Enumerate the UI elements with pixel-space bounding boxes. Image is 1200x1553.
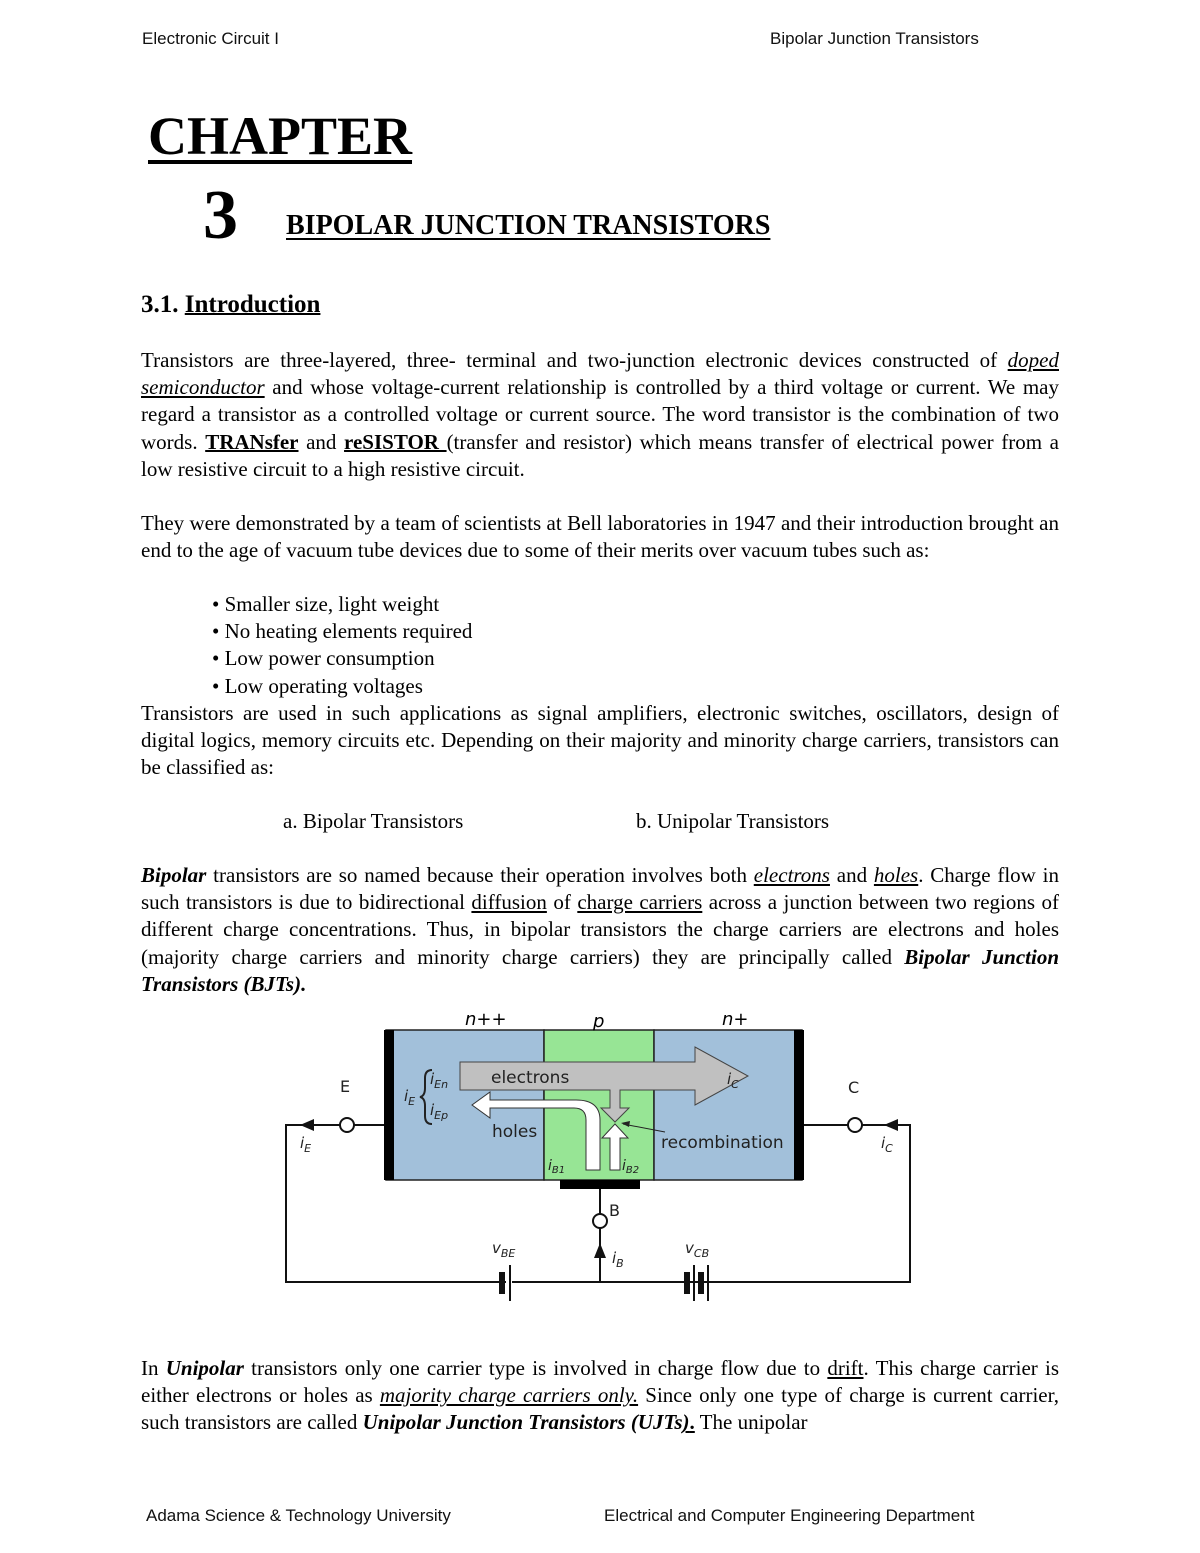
- vbe-battery-negative: [499, 1272, 505, 1294]
- vcb-battery-cell1-positive: [693, 1265, 695, 1301]
- chapter-label: CHAPTER: [148, 106, 413, 166]
- merits-list: • Smaller size, light weight • No heatin…: [212, 591, 472, 700]
- base-contact: [560, 1180, 640, 1189]
- classification-unipolar: b. Unipolar Transistors: [636, 809, 830, 833]
- term-charge-carriers: charge carriers: [577, 890, 703, 915]
- chapter-number: 3: [203, 177, 238, 254]
- term-bipolar: Bipolar: [141, 863, 207, 887]
- holes-label: holes: [492, 1122, 537, 1142]
- text-run: Transistors are three-layered, three- te…: [141, 348, 1008, 372]
- text-run: of: [546, 890, 578, 915]
- electrons-label: electrons: [491, 1068, 569, 1088]
- footer-department: Electrical and Computer Engineering Depa…: [604, 1506, 975, 1525]
- vcb-label: vCB: [685, 1239, 709, 1260]
- list-item: • Low power consumption: [212, 646, 435, 671]
- paragraph-applications: Transistors are used in such application…: [141, 701, 1059, 780]
- emitter-contact: [384, 1030, 394, 1180]
- text-run: In: [141, 1356, 166, 1380]
- ie-arrow-icon: [300, 1119, 314, 1131]
- collector-doping-label: n+: [722, 1009, 749, 1030]
- bjt-diagram: n++ p n+ electrons iC holes recombinatio…: [285, 1009, 911, 1301]
- classification-bipolar: a. Bipolar Transistors: [283, 809, 464, 833]
- term-electrons: electrons: [753, 863, 830, 887]
- emitter-doping-label: n++: [465, 1009, 507, 1030]
- vcb-battery-cell2-negative: [698, 1272, 704, 1294]
- list-item: • No heating elements required: [212, 619, 473, 644]
- emitter-terminal: [339, 1117, 355, 1133]
- collector-terminal: [847, 1117, 863, 1133]
- vcb-battery-cell2-positive: [707, 1265, 709, 1301]
- section-title: Introduction: [184, 291, 321, 318]
- chapter-title: BIPOLAR JUNCTION TRANSISTORS: [286, 210, 771, 241]
- paragraph-intro: Transistors are three-layered, three- te…: [141, 347, 1059, 483]
- ib-arrow-icon: [594, 1243, 606, 1258]
- paragraph-bipolar: Bipolar transistors are so named because…: [141, 862, 1059, 998]
- vbe-battery-positive: [509, 1265, 511, 1301]
- terminal-e-label: E: [340, 1077, 350, 1096]
- recombination-label: recombination: [661, 1133, 784, 1153]
- header-course-title: Electronic Circuit I: [142, 29, 279, 48]
- header-chapter-title: Bipolar Junction Transistors: [770, 29, 979, 48]
- collector-contact: [794, 1030, 804, 1180]
- term-unipolar: Unipolar: [165, 1356, 244, 1380]
- terminal-c-label: C: [848, 1078, 859, 1097]
- term-holes: holes: [873, 863, 919, 887]
- base-doping-label: p: [592, 1011, 604, 1032]
- text-run: transistors are so named because their o…: [206, 863, 754, 887]
- text-run: and: [829, 863, 874, 887]
- text-run: and: [298, 429, 345, 454]
- paragraph-unipolar: In Unipolar transistors only one carrier…: [141, 1355, 1059, 1437]
- term-semiconductor: semiconductor: [141, 375, 265, 400]
- term-transfer: TRANsfer: [205, 429, 299, 454]
- term-drift: drift: [827, 1356, 864, 1380]
- list-item: • Smaller size, light weight: [212, 592, 440, 616]
- term-ujts-close: ): [682, 1410, 690, 1435]
- ib-label: iB: [612, 1249, 624, 1270]
- section-number: 3.1.: [141, 291, 179, 318]
- collector-region: [653, 1029, 803, 1181]
- vcb-battery-cell1-negative: [684, 1272, 690, 1294]
- text-run: The unipolar: [694, 1410, 808, 1435]
- term-doped: doped: [1007, 348, 1059, 372]
- text-run: transistors only one carrier type is inv…: [243, 1356, 828, 1380]
- list-item: • Low operating voltages: [212, 673, 423, 698]
- term-ujts: Unipolar Junction Transistors (UJTs: [362, 1410, 683, 1435]
- ie-outer-label: iE: [300, 1134, 311, 1155]
- footer-university: Adama Science & Technology University: [146, 1506, 451, 1525]
- section-heading: 3.1. Introduction: [141, 289, 320, 321]
- paragraph-history: They were demonstrated by a team of scie…: [141, 511, 1059, 563]
- vbe-label: vBE: [492, 1239, 515, 1260]
- ic-outer-label: iC: [881, 1134, 893, 1155]
- term-diffusion: diffusion: [471, 890, 547, 915]
- term-resistor: reSISTOR: [344, 429, 447, 454]
- term-majority-carriers: majority charge carriers only.: [379, 1383, 639, 1408]
- base-terminal: [592, 1213, 608, 1229]
- ic-arrow-icon: [884, 1119, 898, 1131]
- terminal-b-label: B: [609, 1201, 620, 1220]
